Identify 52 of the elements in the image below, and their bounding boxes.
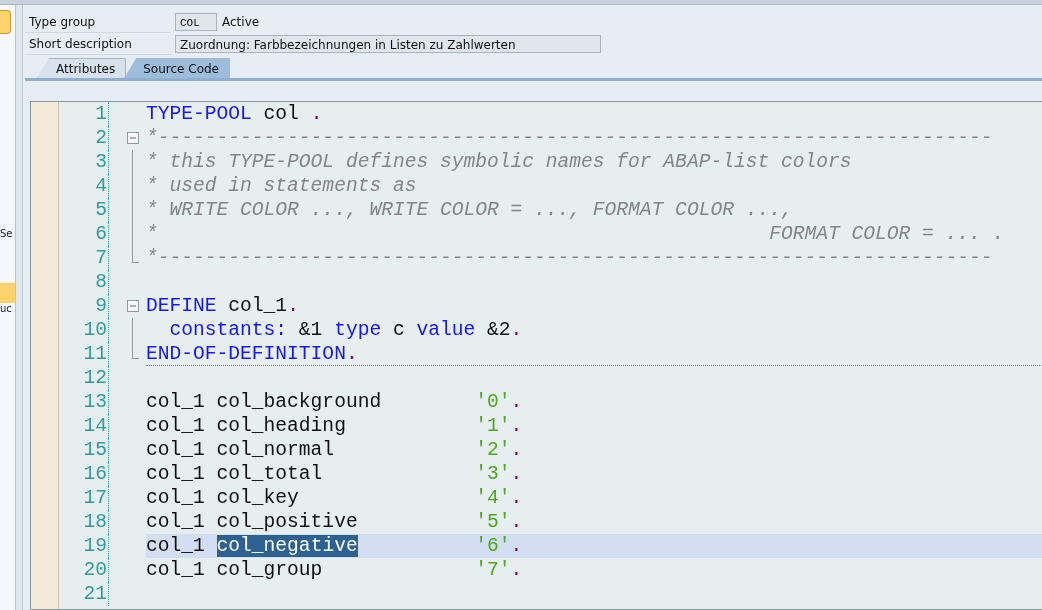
code-line: col_1 col_key '4'.: [146, 486, 524, 510]
description-field[interactable]: Zuordnung: Farbbezeichnungen in Listen zu Zahlwerten: [175, 35, 601, 53]
line-number: 3: [94, 150, 108, 174]
collapse-icon[interactable]: [127, 300, 139, 312]
code-line: * WRITE COLOR ..., WRITE COLOR = ..., FORMAT COLOR ...,: [146, 198, 794, 222]
splitter[interactable]: [16, 5, 23, 610]
code-line: col_1 col_total '3'.: [146, 462, 524, 486]
line-number: 14: [82, 414, 108, 438]
line-number: 7: [94, 246, 108, 270]
code-line: TYPE-POOL col .: [146, 102, 324, 126]
status-text: Active: [222, 15, 260, 29]
line-number: 1: [94, 102, 108, 126]
line-number: 12: [82, 366, 108, 390]
code-line: *-----------------------------------------------------------------------: [146, 126, 994, 150]
line-number: 21: [82, 582, 108, 606]
panel-text: uc: [0, 303, 12, 314]
line-number: 9: [94, 294, 108, 318]
code-line: col_1 col_normal '2'.: [146, 438, 524, 462]
collapse-icon[interactable]: [127, 132, 139, 144]
code-line: constants: &1 type c value &2.: [168, 318, 524, 342]
field-label: Type group: [25, 11, 171, 33]
type-group-field[interactable]: COL: [175, 13, 217, 31]
code-line: *-----------------------------------------------------------------------: [146, 246, 994, 270]
side-button[interactable]: [0, 10, 11, 34]
line-number: 6: [94, 222, 108, 246]
line-number: 4: [94, 174, 108, 198]
line-number: 13: [82, 390, 108, 414]
line-number: 15: [82, 438, 108, 462]
code-line: col_1 col_heading '1'.: [146, 414, 524, 438]
panel-text: Se: [0, 228, 13, 239]
line-number: 11: [82, 342, 108, 366]
line-number: 10: [82, 318, 108, 342]
line-number: 18: [82, 510, 108, 534]
code-line: END-OF-DEFINITION.: [146, 342, 1042, 366]
code-line: col_1 col_background '0'.: [146, 390, 524, 414]
line-number: 17: [82, 486, 108, 510]
code-line: * FORMAT COLOR = ... .: [146, 222, 1006, 246]
code-line: DEFINE col_1.: [146, 294, 300, 318]
code-line: col_1 col_group '7'.: [146, 558, 524, 582]
code-line: * used in statements as: [146, 174, 418, 198]
line-number: 20: [82, 558, 108, 582]
line-number: 16: [82, 462, 108, 486]
line-number: 2: [94, 126, 108, 150]
field-label: Short description: [25, 33, 171, 55]
code-line: col_1 col_positive '5'.: [146, 510, 524, 534]
line-number: 8: [94, 270, 108, 294]
line-number: 19: [82, 534, 108, 558]
tab[interactable]: Source Code: [124, 58, 230, 78]
tab[interactable]: Attributes: [37, 58, 127, 78]
line-number: 5: [94, 198, 108, 222]
selected-item-highlight: [0, 283, 15, 303]
code-line: * this TYPE-POOL defines symbolic names for ABAP-list colors: [146, 150, 853, 174]
